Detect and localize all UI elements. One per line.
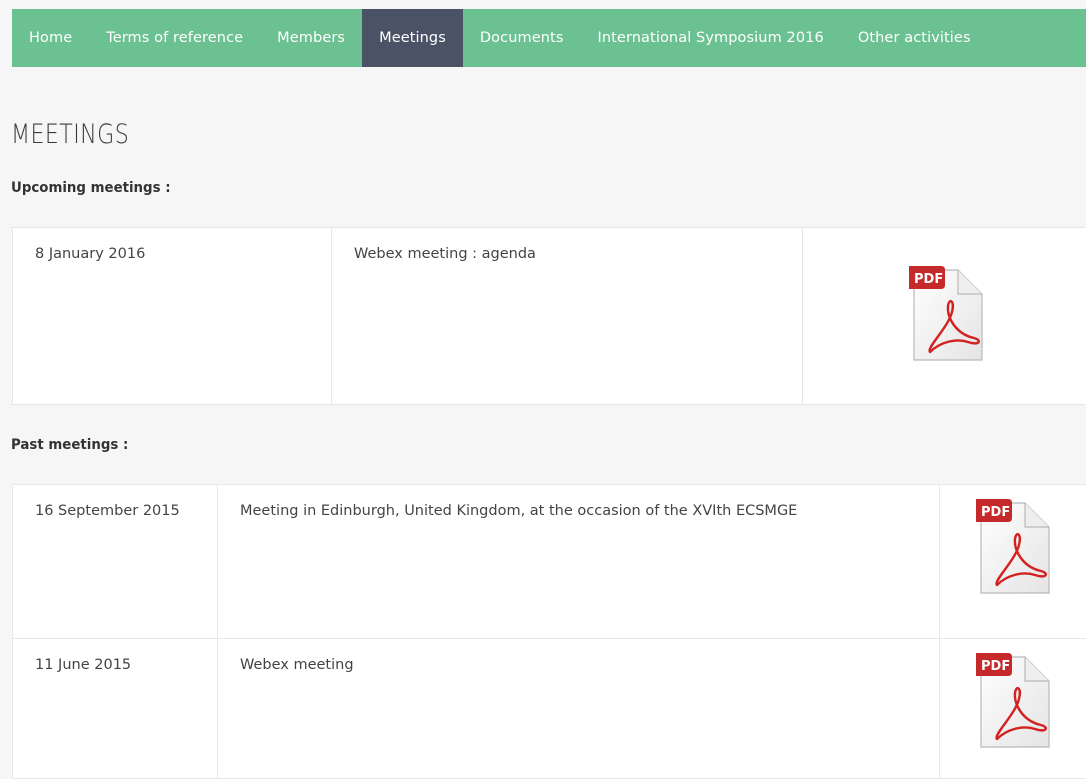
nav-other-activities[interactable]: Other activities [841, 9, 988, 67]
meeting-description: Webex meeting [218, 639, 940, 779]
upcoming-meetings-table: 8 January 2016 Webex meeting : agenda PD… [12, 227, 1086, 405]
pdf-cell: PDF [940, 485, 1086, 639]
svg-text:PDF: PDF [981, 659, 1010, 674]
svg-text:PDF: PDF [914, 272, 943, 287]
meeting-date: 8 January 2016 [13, 228, 332, 405]
nav-members[interactable]: Members [260, 9, 362, 67]
page-title: MEETINGS [11, 119, 129, 150]
past-meetings-heading: Past meetings : [11, 437, 128, 453]
pdf-icon[interactable]: PDF [975, 653, 1051, 751]
pdf-cell: PDF [803, 228, 1086, 405]
meeting-description: Meeting in Edinburgh, United Kingdom, at… [218, 485, 940, 639]
nav-terms-of-reference[interactable]: Terms of reference [89, 9, 260, 67]
table-row: 8 January 2016 Webex meeting : agenda PD… [13, 228, 1086, 405]
meeting-date: 16 September 2015 [13, 485, 218, 639]
pdf-icon[interactable]: PDF [975, 499, 1051, 597]
pdf-icon[interactable]: PDF [908, 266, 984, 364]
nav-international-symposium-2016[interactable]: International Symposium 2016 [580, 9, 840, 67]
svg-text:PDF: PDF [981, 505, 1010, 520]
past-meetings-table: 16 September 2015 Meeting in Edinburgh, … [12, 484, 1086, 779]
table-row: 11 June 2015 Webex meeting PDF [13, 639, 1086, 779]
nav-meetings[interactable]: Meetings [362, 9, 463, 67]
meeting-date: 11 June 2015 [13, 639, 218, 779]
nav-documents[interactable]: Documents [463, 9, 581, 67]
nav-home[interactable]: Home [12, 9, 89, 67]
meeting-description: Webex meeting : agenda [332, 228, 803, 405]
table-row: 16 September 2015 Meeting in Edinburgh, … [13, 485, 1086, 639]
upcoming-meetings-heading: Upcoming meetings : [11, 180, 171, 196]
main-nav: Home Terms of reference Members Meetings… [12, 9, 1086, 67]
pdf-cell: PDF [940, 639, 1086, 779]
